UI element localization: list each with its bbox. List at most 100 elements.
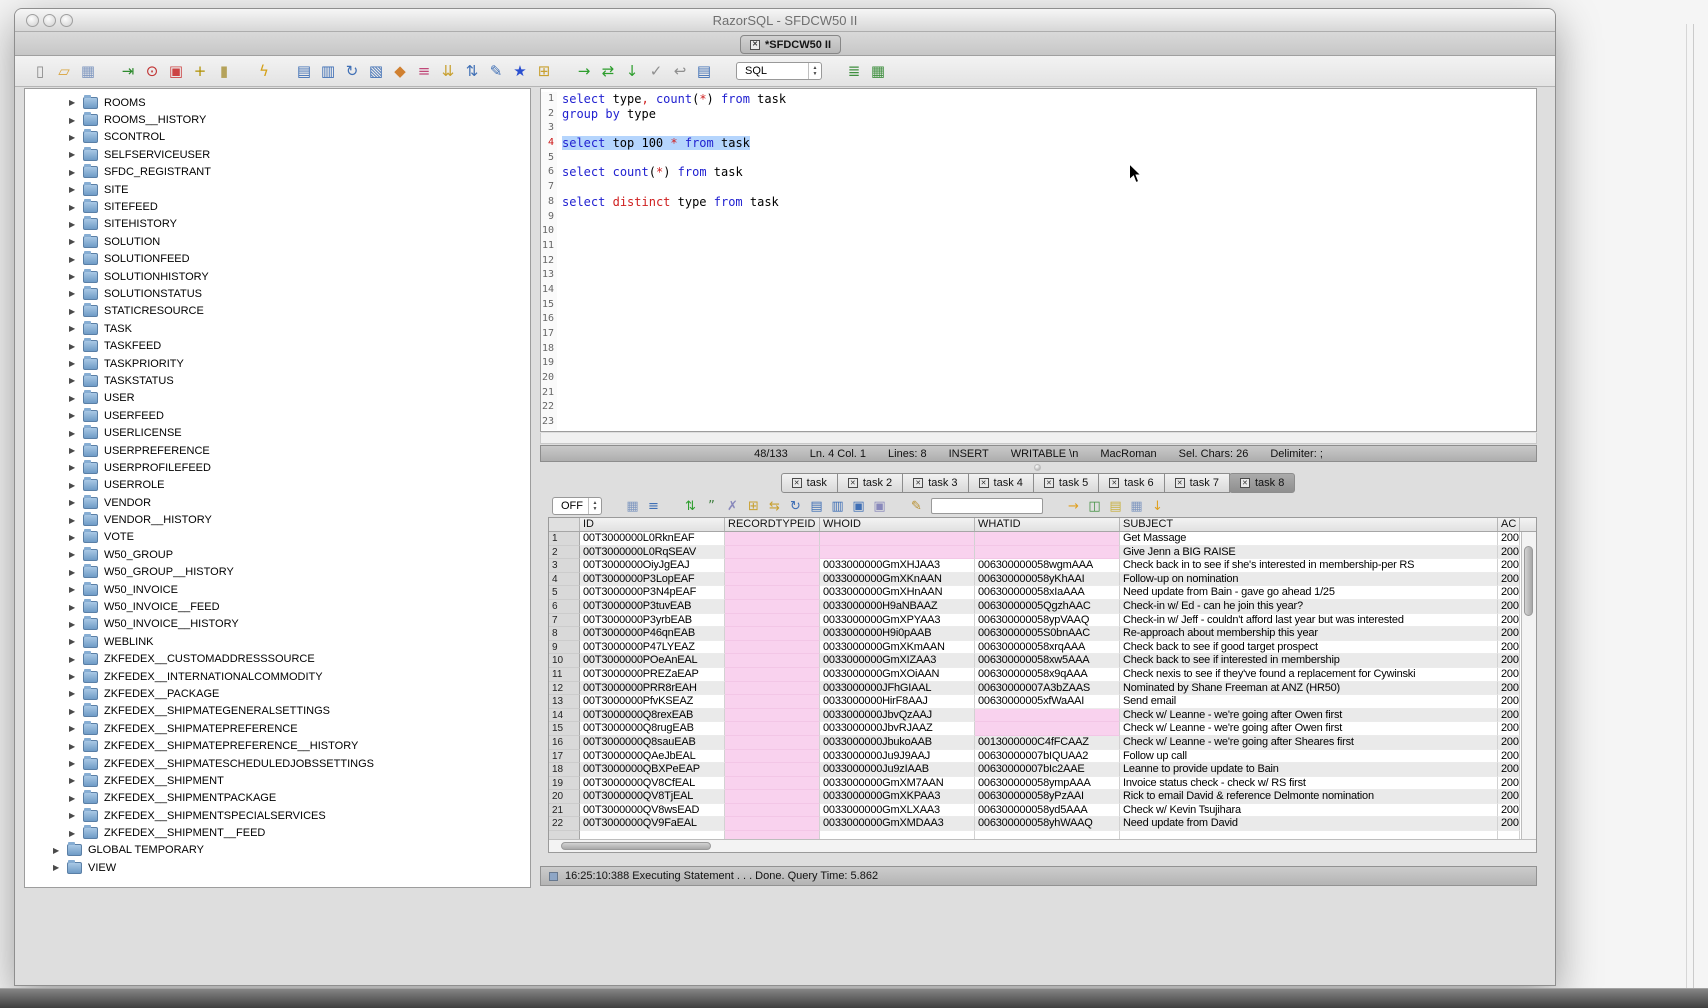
disclosure-triangle-icon[interactable]: ▶ [69, 585, 80, 594]
close-tab-icon[interactable] [1044, 478, 1054, 488]
tree-item[interactable]: ▶W50_INVOICE__FEED [25, 598, 530, 615]
book-icon[interactable]: ◆ [388, 64, 412, 79]
recordtypeid-cell[interactable] [725, 559, 820, 573]
whatid-cell[interactable]: 006300000058xrqAAA [975, 641, 1120, 655]
recordtypeid-cell[interactable] [725, 750, 820, 764]
export-table-icon[interactable]: ⊞ [532, 64, 556, 79]
recordtypeid-cell[interactable] [725, 736, 820, 750]
table-row[interactable]: 800T3000000P46qnEAB0033000000H9i0pAAB006… [549, 627, 1536, 641]
ac-cell[interactable]: 200 [1498, 627, 1520, 641]
tree-item[interactable]: ▶VENDOR__HISTORY [25, 511, 530, 528]
tree-item[interactable]: ▶SOLUTIONFEED [25, 251, 530, 268]
tree-item[interactable]: ▶SOLUTION [25, 233, 530, 250]
recordtypeid-cell[interactable] [725, 573, 820, 587]
filter-icon[interactable]: ≡ [643, 500, 664, 513]
ac-cell[interactable]: 200 [1498, 668, 1520, 682]
close-tab-icon[interactable] [792, 478, 802, 488]
close-tab-icon[interactable] [1175, 478, 1185, 488]
disclosure-triangle-icon[interactable]: ▶ [69, 481, 80, 490]
edit-sql-icon[interactable]: ✎ [484, 64, 508, 79]
disclosure-triangle-icon[interactable]: ▶ [69, 516, 80, 525]
disclosure-triangle-icon[interactable]: ▶ [69, 185, 80, 194]
close-connection-icon[interactable] [750, 40, 760, 50]
tree-item[interactable]: ▶SFDC_REGISTRANT [25, 164, 530, 181]
id-cell[interactable]: 00T3000000QV8CfEAL [580, 777, 725, 791]
ac-cell[interactable]: 200 [1498, 736, 1520, 750]
id-cell[interactable]: 00T3000000PRR8rEAH [580, 682, 725, 696]
disclosure-triangle-icon[interactable]: ▶ [69, 550, 80, 559]
stepper-icon[interactable] [588, 498, 601, 514]
describe-table-icon[interactable]: ▤ [292, 64, 316, 79]
table-row[interactable]: 1700T3000000QAeJbEAL0033000000Ju9J9AAJ00… [549, 750, 1536, 764]
whatid-cell[interactable]: 00630000005S0bnAAC [975, 627, 1120, 641]
whatid-cell[interactable]: 006300000058xw5AAA [975, 654, 1120, 668]
table-row[interactable]: 300T3000000OiyJgEAJ0033000000GmXHJAA3006… [549, 559, 1536, 573]
limit-combobox[interactable]: OFF [552, 497, 602, 515]
tree-item[interactable]: ▶TASKFEED [25, 337, 530, 354]
copy-icon[interactable]: ▣ [848, 500, 869, 513]
disclosure-triangle-icon[interactable]: ▶ [69, 376, 80, 385]
disclosure-triangle-icon[interactable]: ▶ [69, 98, 80, 107]
tree-item[interactable]: ▶W50_GROUP__HISTORY [25, 564, 530, 581]
connection-icon[interactable]: ▮ [212, 64, 236, 79]
whatid-cell[interactable]: 006300000058wgmAAA [975, 559, 1120, 573]
tree-item[interactable]: ▶USER [25, 390, 530, 407]
tree-item[interactable]: ▶ZKFEDEX__SHIPMENT [25, 772, 530, 789]
ac-cell[interactable]: 200 [1498, 532, 1520, 546]
table-row[interactable]: 700T3000000P3yrbEAB0033000000GmXPYAA3006… [549, 614, 1536, 628]
add-connection-icon[interactable]: + [188, 64, 212, 79]
whoid-cell[interactable]: 0033000000GmXIZAA3 [820, 654, 975, 668]
table-row[interactable]: 100T3000000L0RknEAFGet Massage200 [549, 532, 1536, 546]
id-cell[interactable]: 00T3000000P47LYEAZ [580, 641, 725, 655]
subject-cell[interactable]: Check back to see if interested in membe… [1120, 654, 1498, 668]
ac-cell[interactable]: 200 [1498, 614, 1520, 628]
ac-cell[interactable]: 200 [1498, 682, 1520, 696]
editor-line[interactable]: 23 [541, 415, 1536, 430]
disclosure-triangle-icon[interactable]: ▶ [69, 742, 80, 751]
tree-item[interactable]: ▶SITEHISTORY [25, 216, 530, 233]
whatid-cell[interactable]: 00630000005xfWaAAI [975, 695, 1120, 709]
disclosure-triangle-icon[interactable]: ▶ [69, 359, 80, 368]
editor-line[interactable]: 1select type, count(*) from task [541, 92, 1536, 107]
subject-cell[interactable]: Nominated by Shane Freeman at ANZ (HR50) [1120, 682, 1498, 696]
sql-mode-combobox[interactable]: SQL [736, 62, 822, 80]
subject-cell[interactable]: Get Massage [1120, 532, 1498, 546]
editor-line[interactable]: 6select count(*) from task [541, 165, 1536, 180]
tree-item[interactable]: ▶W50_INVOICE [25, 581, 530, 598]
result-tab[interactable]: task 4 [968, 473, 1034, 493]
tree-item[interactable]: ▶GLOBAL TEMPORARY [25, 842, 530, 859]
table-row[interactable]: 400T3000000P3LopEAF0033000000GmXKnAAN006… [549, 573, 1536, 587]
tree-item[interactable]: ▶WEBLINK [25, 633, 530, 650]
result-tab[interactable]: task 8 [1229, 473, 1295, 493]
ac-cell[interactable]: 200 [1498, 600, 1520, 614]
disclosure-triangle-icon[interactable]: ▶ [69, 220, 80, 229]
recordtypeid-cell[interactable] [725, 695, 820, 709]
table-row[interactable]: 1000T3000000POeAnEAL0033000000GmXIZAA300… [549, 654, 1536, 668]
commit-icon[interactable]: ✓ [644, 64, 668, 79]
tree-item[interactable]: ▶TASKPRIORITY [25, 355, 530, 372]
disclosure-triangle-icon[interactable]: ▶ [69, 603, 80, 612]
editor-horizontal-scrollbar[interactable] [540, 433, 1537, 444]
recordtypeid-cell[interactable] [725, 532, 820, 546]
id-cell[interactable]: 00T3000000P3LopEAF [580, 573, 725, 587]
disclosure-triangle-icon[interactable]: ▶ [69, 255, 80, 264]
table-row[interactable]: 2100T3000000QV8wsEAD0033000000GmXLXAA300… [549, 804, 1536, 818]
ac-cell[interactable]: 200 [1498, 559, 1520, 573]
id-cell[interactable]: 00T3000000P3N4pEAF [580, 586, 725, 600]
table-row[interactable]: 2000T3000000QV8TjEAL0033000000GmXKPAA300… [549, 790, 1536, 804]
align-lines-icon[interactable]: ⇅ [460, 64, 484, 79]
close-tab-icon[interactable] [1109, 478, 1119, 488]
editor-line[interactable]: 12 [541, 254, 1536, 269]
editor-line[interactable]: 21 [541, 386, 1536, 401]
whoid-cell[interactable]: 0033000000H9aNBAAZ [820, 600, 975, 614]
recordtypeid-cell[interactable] [725, 682, 820, 696]
result-tab[interactable]: task 6 [1098, 473, 1164, 493]
tree-item[interactable]: ▶VENDOR [25, 494, 530, 511]
whoid-cell[interactable]: 0033000000GmXPYAA3 [820, 614, 975, 628]
editor-line[interactable]: 8select distinct type from task [541, 195, 1536, 210]
refresh-results-icon[interactable]: ⇅ [680, 500, 701, 513]
refresh-objects-icon[interactable]: ↻ [340, 64, 364, 79]
tree-item[interactable]: ▶SELFSERVICEUSER [25, 146, 530, 163]
table-row[interactable]: 600T3000000P3tuvEAB0033000000H9aNBAAZ006… [549, 600, 1536, 614]
tree-item[interactable]: ▶ZKFEDEX__SHIPMATEGENERALSETTINGS [25, 703, 530, 720]
